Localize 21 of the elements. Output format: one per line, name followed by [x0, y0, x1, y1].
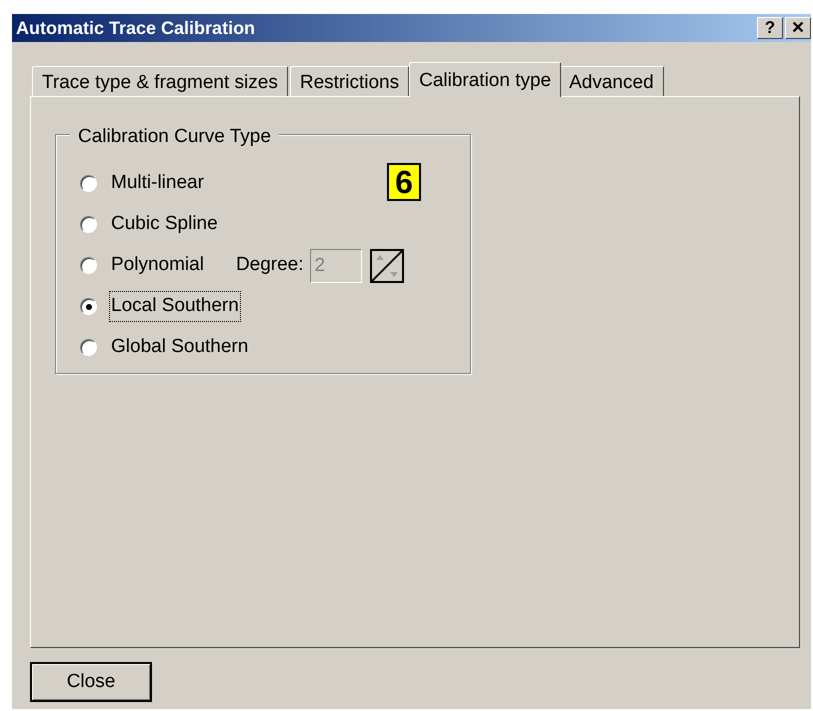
- radio-button[interactable]: [80, 257, 97, 274]
- degree-label: Degree:: [236, 253, 304, 278]
- close-button[interactable]: ×: [785, 17, 811, 39]
- help-button[interactable]: ?: [757, 17, 783, 39]
- spin-button[interactable]: [370, 248, 404, 282]
- radio-button[interactable]: [80, 216, 97, 233]
- tab[interactable]: Advanced: [559, 66, 664, 96]
- radio-button[interactable]: [80, 298, 97, 315]
- tab[interactable]: Restrictions: [290, 66, 410, 96]
- radio-button[interactable]: [80, 339, 97, 356]
- tab[interactable]: Calibration type: [409, 62, 562, 97]
- radio-label[interactable]: Polynomial: [109, 250, 206, 281]
- tab[interactable]: Trace type & fragment sizes: [32, 66, 288, 96]
- close-button[interactable]: Close: [30, 662, 152, 702]
- radio-label[interactable]: Global Southern: [109, 332, 250, 363]
- radio-label[interactable]: Cubic Spline: [109, 209, 220, 240]
- radio-button[interactable]: [80, 175, 97, 192]
- window-title: Automatic Trace Calibration: [16, 16, 256, 40]
- radio-label[interactable]: Local Southern: [109, 291, 241, 322]
- callout-number: 6: [387, 163, 421, 201]
- radio-label[interactable]: Multi-linear: [109, 168, 206, 199]
